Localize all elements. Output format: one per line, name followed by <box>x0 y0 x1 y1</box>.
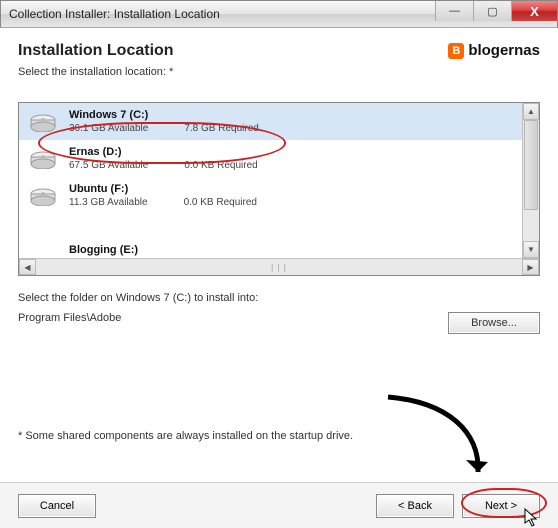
folder-label: Select the folder on Windows 7 (C:) to i… <box>18 292 540 304</box>
drive-required: 0.0 KB Required <box>184 197 257 208</box>
drive-available: 67.5 GB Available <box>69 160 148 171</box>
scroll-up-arrow-icon[interactable]: ▲ <box>523 103 539 120</box>
drive-info: Ubuntu (F:) 11.3 GB Available 0.0 KB Requi… <box>69 183 512 208</box>
vertical-scrollbar[interactable]: ▲ ▼ <box>522 103 539 258</box>
drive-row[interactable]: Ernas (D:) 67.5 GB Available 0.0 KB Requir… <box>19 140 522 177</box>
back-button[interactable]: < Back <box>376 494 454 518</box>
drive-available: 11.3 GB Available <box>69 197 148 208</box>
cancel-button[interactable]: Cancel <box>18 494 96 518</box>
folder-path: Program Files\Adobe <box>18 312 121 324</box>
window-title: Collection Installer: Installation Locat… <box>9 7 220 21</box>
drive-name: Ernas (D:) <box>69 146 512 158</box>
minimize-button[interactable]: — <box>435 1 473 21</box>
brand-logo: B blogernas <box>448 42 540 59</box>
drive-row[interactable]: Ubuntu (F:) 11.3 GB Available 0.0 KB Requi… <box>19 177 522 214</box>
brand-text: blogernas <box>468 42 540 59</box>
drive-list: Windows 7 (C:) 36.1 GB Available 7.8 GB Re… <box>18 102 540 276</box>
bottom-bar: Cancel < Back Next > <box>0 482 558 528</box>
drive-required: 7.8 GB Required <box>184 123 259 134</box>
next-button[interactable]: Next > <box>462 494 540 518</box>
close-button[interactable]: X <box>511 1 557 21</box>
partial-drive-row[interactable]: Blogging (E:) <box>19 244 522 258</box>
drive-row[interactable]: Windows 7 (C:) 36.1 GB Available 7.8 GB Re… <box>19 103 522 140</box>
h-scroll-track[interactable]: | | | <box>36 259 522 275</box>
window-button-group: — ▢ X <box>435 1 557 27</box>
page-subtitle: Select the installation location: * <box>18 66 174 78</box>
hdd-icon <box>29 112 57 132</box>
hdd-icon <box>29 149 57 169</box>
page-title: Installation Location <box>18 42 174 60</box>
content-area: Installation Location Select the install… <box>0 28 558 450</box>
drive-name: Ubuntu (F:) <box>69 183 512 195</box>
drive-available: 36.1 GB Available <box>69 123 148 134</box>
hdd-icon <box>29 186 57 206</box>
scroll-thumb[interactable] <box>524 120 538 210</box>
scroll-left-arrow-icon[interactable]: ◀ <box>19 259 36 275</box>
scroll-down-arrow-icon[interactable]: ▼ <box>523 241 539 258</box>
drive-name: Windows 7 (C:) <box>69 109 512 121</box>
horizontal-scrollbar[interactable]: ◀ | | | ▶ <box>19 258 539 275</box>
maximize-button[interactable]: ▢ <box>473 1 511 21</box>
drive-info: Windows 7 (C:) 36.1 GB Available 7.8 GB Re… <box>69 109 512 134</box>
drive-required: 0.0 KB Required <box>184 160 257 171</box>
window-titlebar: Collection Installer: Installation Locat… <box>0 0 558 28</box>
browse-button[interactable]: Browse... <box>448 312 540 334</box>
brand-glyph-icon: B <box>448 43 464 59</box>
scroll-right-arrow-icon[interactable]: ▶ <box>522 259 539 275</box>
drive-info: Ernas (D:) 67.5 GB Available 0.0 KB Requir… <box>69 146 512 171</box>
footnote: * Some shared components are always inst… <box>18 430 540 442</box>
